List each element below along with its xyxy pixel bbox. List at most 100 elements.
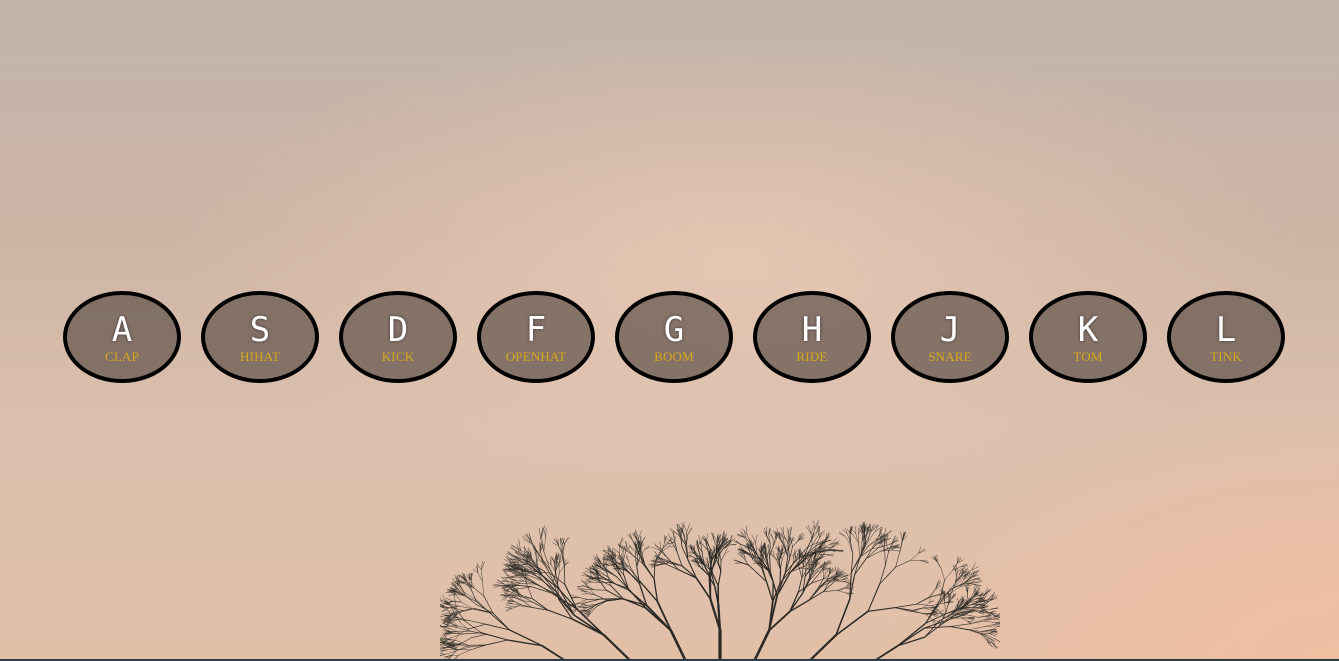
tree-branch: [682, 521, 685, 533]
tree-branch: [944, 602, 946, 614]
tree-branch: [659, 541, 662, 550]
tree-branch: [841, 578, 848, 581]
tree-branch: [450, 633, 463, 639]
tree-branch: [818, 569, 825, 575]
tree-branch: [687, 528, 693, 535]
tree-branch: [473, 587, 485, 597]
drum-key-j[interactable]: J SNARE: [891, 291, 1009, 383]
tree-branch: [460, 637, 472, 644]
tree-branch: [769, 571, 778, 597]
tree-branch: [663, 534, 665, 543]
key-sound-label: TOM: [1073, 349, 1103, 364]
tree-branch: [669, 629, 688, 661]
tree-branch: [835, 566, 837, 574]
tree-branch: [808, 525, 812, 534]
tree-branch: [956, 573, 964, 582]
tree-branch: [968, 618, 974, 621]
tree-branch: [897, 636, 926, 647]
tree-branch: [573, 614, 605, 636]
tree-branch: [667, 546, 675, 548]
tree-branch: [965, 614, 979, 618]
tree-branch: [910, 553, 919, 561]
tree-branch: [776, 552, 779, 561]
drum-key-f[interactable]: F OPENHAT: [477, 291, 595, 383]
tree-branch: [969, 626, 985, 630]
tree-branch: [682, 531, 687, 545]
key-sound-label: BOOM: [654, 349, 694, 364]
key-sound-label: SNARE: [928, 349, 972, 364]
tree-branch: [536, 562, 541, 578]
tree-branch: [644, 564, 655, 580]
tree-branch: [746, 525, 748, 535]
tree-branch: [771, 533, 774, 539]
tree-branch: [440, 639, 447, 640]
tree-branch: [823, 578, 833, 580]
tree-branch: [671, 541, 678, 553]
tree-branch: [686, 523, 691, 533]
tree-branch: [454, 596, 457, 609]
key-letter: G: [663, 310, 685, 350]
tree-branch: [462, 608, 475, 611]
tree-branch: [885, 551, 889, 566]
tree-branch: [665, 563, 679, 571]
key-sound-label: TINK: [1210, 349, 1242, 364]
drum-key-k[interactable]: K TOM: [1029, 291, 1147, 383]
tree-branch: [993, 618, 1000, 621]
tree-branch: [789, 546, 793, 559]
tree-branch: [470, 633, 487, 639]
tree-branch: [928, 587, 936, 598]
tree-branch: [808, 590, 825, 601]
drum-key-g[interactable]: G BOOM: [615, 291, 733, 383]
tree-branch: [514, 584, 532, 587]
drum-kit-page: { "keys": [ {"letter": "A", "sound": "CL…: [0, 0, 1339, 661]
tree-branch: [640, 536, 646, 544]
tree-branch: [991, 641, 999, 649]
tree-branch: [454, 633, 461, 641]
tree-branch: [752, 629, 771, 661]
drum-key-d[interactable]: D KICK: [339, 291, 457, 383]
tree-branch: [543, 537, 547, 552]
tree-branch: [944, 569, 954, 581]
key-letter: D: [387, 310, 409, 350]
tree-branch: [720, 553, 725, 562]
drum-keys-row: A CLAP S HIHAT D KICK F OPENHAT G BOOM H…: [63, 291, 1285, 383]
tree-branch: [891, 549, 901, 552]
tree-branch: [957, 597, 959, 604]
tree-branch: [867, 583, 881, 612]
tree-branch: [610, 585, 624, 600]
tree-branch: [787, 527, 789, 535]
tree-branch: [600, 598, 623, 600]
tree-branch: [808, 587, 819, 601]
tree-branch: [645, 604, 672, 632]
tree-branch: [460, 574, 466, 581]
tree-branch: [638, 530, 642, 539]
tree-branch: [581, 605, 588, 608]
tree-branch: [482, 581, 485, 597]
tree-branch: [823, 581, 835, 592]
tree-branch: [536, 551, 541, 563]
tree-branch: [515, 580, 524, 584]
tree-branch: [945, 603, 949, 614]
tree-branch: [949, 584, 963, 590]
tree-branch: [440, 654, 446, 657]
drum-key-h[interactable]: H RIDE: [753, 291, 871, 383]
tree-branch: [699, 540, 704, 546]
tree-branch: [991, 641, 997, 649]
tree-branch: [485, 633, 509, 641]
tree-branch: [854, 558, 867, 576]
tree-branch: [530, 586, 553, 594]
tree-branch: [676, 551, 683, 567]
tree-branch: [576, 585, 585, 587]
drum-key-s[interactable]: S HIHAT: [201, 291, 319, 383]
drum-key-l[interactable]: L TINK: [1167, 291, 1285, 383]
tree-branch: [937, 560, 942, 569]
tree-branch: [506, 604, 512, 608]
tree-branch: [639, 536, 641, 544]
tree-branch: [558, 554, 560, 562]
key-letter: A: [111, 310, 133, 350]
tree-branch: [841, 576, 848, 581]
tree-branch: [989, 610, 997, 613]
tree-branch: [719, 553, 722, 562]
tree-branch: [543, 551, 551, 570]
drum-key-a[interactable]: A CLAP: [63, 291, 181, 383]
